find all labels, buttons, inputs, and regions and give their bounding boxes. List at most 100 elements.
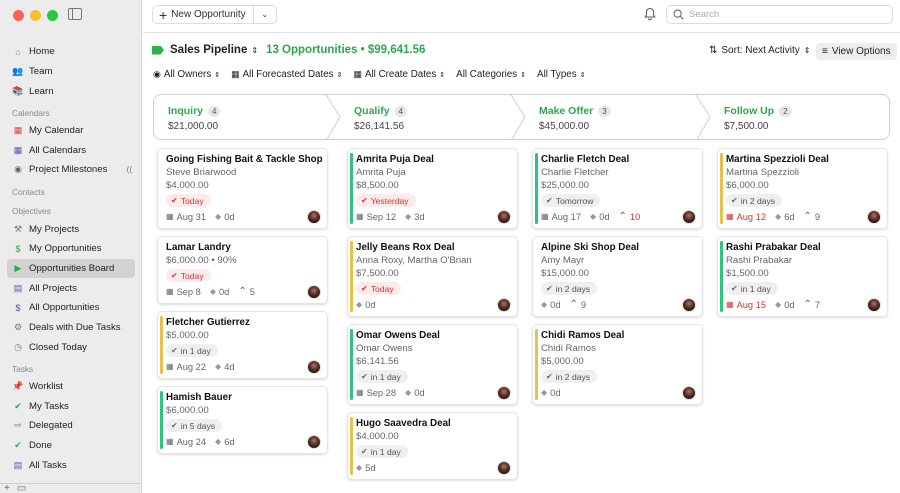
owner-avatar[interactable] xyxy=(867,210,881,224)
opportunity-card[interactable]: Hugo Saavedra Deal $4,000.00 ✔ in 1 day ◆ 5d xyxy=(347,412,518,480)
add-icon[interactable]: + xyxy=(4,483,10,493)
next-activity-badge[interactable]: ✔ in 5 days xyxy=(166,419,223,432)
sidebar-item[interactable]: ▶ Opportunities Board xyxy=(7,258,135,279)
bell-icon[interactable] xyxy=(644,7,656,21)
chevron-updown-icon[interactable]: ⇕ xyxy=(251,46,258,55)
owner-avatar[interactable] xyxy=(307,435,321,449)
stage-count-badge: 4 xyxy=(208,105,221,117)
owner-avatar[interactable] xyxy=(682,386,696,400)
opportunity-card[interactable]: Chidi Ramos Deal Chidi Ramos $5,000.00 ✔ in … xyxy=(532,324,703,405)
view-options-button[interactable]: ≡ View Options xyxy=(816,43,897,60)
next-activity-badge[interactable]: ✔ in 1 day xyxy=(726,282,778,295)
next-activity-badge[interactable]: ✔ Tomorrow xyxy=(541,194,601,207)
card-contact: Steve Briarwood xyxy=(166,167,237,178)
owner-avatar[interactable] xyxy=(307,210,321,224)
next-activity-badge[interactable]: ✔ in 2 days xyxy=(541,370,598,383)
next-activity-badge[interactable]: ✔ Yesterday xyxy=(356,194,416,207)
minimize-window-icon[interactable] xyxy=(30,10,41,21)
board-title[interactable]: Sales Pipeline xyxy=(170,44,247,56)
sidebar-item[interactable]: ▤ All Projects xyxy=(0,278,142,298)
next-activity-badge[interactable]: ✔ in 1 day xyxy=(356,370,408,383)
sort-menu[interactable]: ⇅ Sort: Next Activity ⇕ xyxy=(709,45,810,56)
checkmark-icon: ✔ xyxy=(171,196,178,205)
opportunity-card[interactable]: Lamar Landry $6,000.00 • 90% ✔ Today ▦ Sep 8 ◆… xyxy=(157,236,328,304)
opportunity-card[interactable]: Jelly Beans Rox Deal Anna Roxy, Martha O'… xyxy=(347,236,518,317)
next-activity-badge[interactable]: ✔ in 2 days xyxy=(726,194,783,207)
sidebar-item[interactable]: 📌 Worklist xyxy=(0,377,142,397)
owner-avatar[interactable] xyxy=(497,210,511,224)
filter-dropdown[interactable]: ▦ All Forecasted Dates ⇕ xyxy=(231,69,342,80)
chevron-down-icon[interactable]: ⌄ xyxy=(254,10,276,19)
opportunity-card[interactable]: Martina Spezzioli Deal Martina Spezzioli $… xyxy=(717,148,888,229)
sidebar-item[interactable]: ✔ Done xyxy=(0,436,142,456)
sidebar-item[interactable]: ✔ My Tasks xyxy=(0,396,142,416)
search-icon xyxy=(673,9,684,20)
sidebar-nav: ⌂ Home 👥 Team 📚 Learn Calendars ▦ My Calendar ▦ Al… xyxy=(0,42,142,475)
close-date-label: Aug 17 xyxy=(551,211,582,222)
opportunity-card[interactable]: Alpine Ski Shop Deal Amy Mayr $15,000.00 ✔ i… xyxy=(532,236,703,317)
sidebar-item[interactable]: ⇨ Delegated xyxy=(0,416,142,436)
next-activity-badge[interactable]: ✔ Today xyxy=(356,282,401,295)
sidebar-menu-icon[interactable]: ▭ xyxy=(17,483,26,493)
stage-header[interactable]: Qualify 4 $26,141.56 xyxy=(340,95,408,139)
sidebar-item[interactable]: ⌂ Home xyxy=(0,42,142,62)
opportunity-card[interactable]: Omar Owens Deal Omar Owens $6,141.56 ✔ in 1 … xyxy=(347,324,518,405)
card-meta: ▦ Aug 31 ◆ 0d xyxy=(166,210,319,223)
opportunity-card[interactable]: Fletcher Gutierrez $5,000.00 ✔ in 1 day ▦ Aug… xyxy=(157,311,328,379)
checkmark-icon: ✔ xyxy=(731,284,738,293)
stage-header[interactable]: Inquiry 4 $21,000.00 xyxy=(154,95,221,139)
checkmark-icon: ✔ xyxy=(361,447,368,456)
double-chevron-up-icon: ⌃ xyxy=(569,299,578,310)
opportunity-card[interactable]: Amrita Puja Deal Amrita Puja $8,500.00 ✔ Yes… xyxy=(347,148,518,229)
filter-dropdown[interactable]: ◉ All Owners ⇕ xyxy=(153,69,220,80)
sidebar-item[interactable]: ⚙ Deals with Due Tasks xyxy=(0,318,142,338)
tag-icon: ◆ xyxy=(775,300,782,309)
search-field[interactable]: Search xyxy=(666,5,893,24)
card-contact: Martina Spezzioli xyxy=(726,167,800,178)
owner-avatar[interactable] xyxy=(497,386,511,400)
next-activity-badge[interactable]: ✔ in 2 days xyxy=(541,282,598,295)
owner-avatar[interactable] xyxy=(497,298,511,312)
sidebar-item[interactable]: ◉ Project Milestones (( xyxy=(0,160,142,180)
card-amount: $6,141.56 xyxy=(356,356,399,367)
sidebar-toggle-icon[interactable] xyxy=(68,8,82,20)
next-activity-badge[interactable]: ✔ Today xyxy=(166,269,211,282)
next-activity-badge[interactable]: ✔ in 1 day xyxy=(356,445,408,458)
owner-avatar[interactable] xyxy=(682,210,696,224)
owner-avatar[interactable] xyxy=(867,298,881,312)
owner-avatar[interactable] xyxy=(307,285,321,299)
opportunity-card[interactable]: Hamish Bauer $6,000.00 ✔ in 5 days ▦ Aug 24 ◆ 6… xyxy=(157,386,328,454)
priority-count: ⌃ 10 xyxy=(619,211,641,222)
close-date-label: Sep 12 xyxy=(366,211,397,222)
zoom-window-icon[interactable] xyxy=(47,10,58,21)
stage-amount: $21,000.00 xyxy=(168,121,219,132)
sidebar-item[interactable]: 👥 Team xyxy=(0,62,142,82)
board-column: Martina Spezzioli Deal Martina Spezzioli $… xyxy=(717,148,888,324)
sidebar-item[interactable]: $ All Opportunities xyxy=(0,298,142,318)
next-activity-badge[interactable]: ✔ in 1 day xyxy=(166,344,218,357)
owner-avatar[interactable] xyxy=(307,360,321,374)
stage-header[interactable]: Follow Up 2 $7,500.00 xyxy=(710,95,792,139)
sidebar-item[interactable]: ▤ All Tasks xyxy=(0,455,142,475)
opportunity-card[interactable]: Rashi Prabakar Deal Rashi Prabakar $1,500.… xyxy=(717,236,888,317)
filter-dropdown[interactable]: ▦ All Create Dates ⇕ xyxy=(353,69,445,80)
opportunity-card[interactable]: Charlie Fletch Deal Charlie Fletcher $25,0… xyxy=(532,148,703,229)
filter-dropdown[interactable]: All Types ⇕ xyxy=(537,69,585,80)
new-opportunity-label[interactable]: + New Opportunity xyxy=(153,6,254,23)
sidebar-item[interactable]: 📚 Learn xyxy=(0,81,142,101)
stage-name: Qualify xyxy=(354,105,390,117)
sidebar-item[interactable]: $ My Opportunities xyxy=(0,239,142,259)
close-window-icon[interactable] xyxy=(13,10,24,21)
stage-header[interactable]: Make Offer 3 $45,000.00 xyxy=(525,95,611,139)
sidebar-item[interactable]: ▦ All Calendars xyxy=(0,140,142,160)
owner-avatar[interactable] xyxy=(682,298,696,312)
owner-avatar[interactable] xyxy=(497,461,511,475)
sidebar-item[interactable]: ⚒ My Projects xyxy=(0,219,142,239)
filter-dropdown[interactable]: All Categories ⇕ xyxy=(456,69,526,80)
card-amount: $25,000.00 xyxy=(541,180,590,191)
next-activity-badge[interactable]: ✔ Today xyxy=(166,194,211,207)
sidebar-item[interactable]: ◷ Closed Today xyxy=(0,337,142,357)
new-opportunity-button[interactable]: + New Opportunity ⌄ xyxy=(152,5,277,24)
sidebar-item[interactable]: ▦ My Calendar xyxy=(0,121,142,141)
opportunity-card[interactable]: Going Fishing Bait & Tackle Shop Steve Br… xyxy=(157,148,328,229)
